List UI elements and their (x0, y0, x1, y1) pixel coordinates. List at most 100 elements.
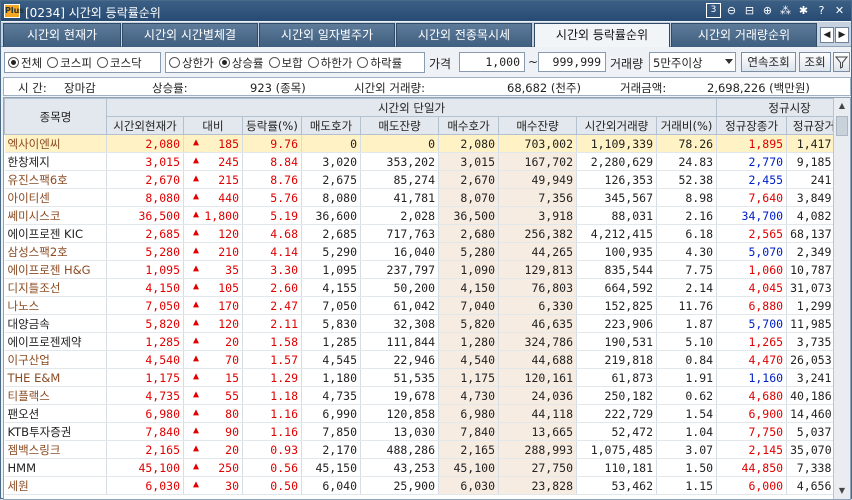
tab-afterhours-price[interactable]: 시간외 현재가 (3, 23, 121, 47)
change-rate-cell: 1.58 (242, 332, 302, 351)
radio-rise-rate[interactable]: 상승률 (218, 55, 264, 71)
change-value: 440 (218, 190, 239, 205)
scroll-down-icon[interactable]: ▼ (834, 483, 850, 499)
scroll-thumb[interactable] (836, 116, 848, 136)
table-row[interactable]: 한창제지 3,015 ▲ 245 8.84 3,020 353,202 3,015 167,70… (4, 152, 850, 171)
col-header[interactable]: 대비 (183, 116, 243, 135)
ask-price-cell: 0 (301, 134, 361, 153)
change-cell: ▲ 120 (183, 314, 243, 333)
bid-quantity-cell: 256,382 (498, 224, 577, 243)
query-button[interactable]: 조회 (799, 52, 831, 72)
col-header[interactable]: 시간외현재가 (106, 116, 184, 135)
zoom-in-icon[interactable]: ⊕ (760, 3, 775, 18)
col-header[interactable]: 매도호가 (301, 116, 361, 135)
table-row[interactable]: 이구산업 4,540 ▲ 70 1.57 4,545 22,946 4,540 44,688 21… (4, 350, 850, 369)
up-arrow-icon: ▲ (193, 316, 200, 328)
radio-market-all[interactable]: 전체 (8, 55, 42, 71)
radio-upper-limit[interactable]: 상한가 (169, 55, 214, 71)
table-row[interactable]: 에이프로젠 KIC 2,685 ▲ 120 4.68 2,685 717,763 2,680 2… (4, 224, 850, 243)
tab-afterhours-daily-price[interactable]: 시간외 일자별주가 (259, 23, 395, 47)
radio-unchanged[interactable]: 보합 (268, 55, 303, 71)
help-icon[interactable]: ? (814, 3, 829, 18)
market-radio-group: 전체 코스피 코스닥 (4, 52, 161, 73)
col-header[interactable]: 매도잔량 (360, 116, 439, 135)
table-row[interactable]: 팬오션 6,980 ▲ 80 1.16 6,990 120,858 6,980 44,118 22… (4, 404, 850, 423)
col-header[interactable]: 매수잔량 (498, 116, 577, 135)
link-icon[interactable]: ⁂ (778, 3, 793, 18)
filter-bar: 전체 코스피 코스닥 상한가 상승률 보합 하한가 하락률 가격 1,000 ~… (1, 49, 851, 75)
table-row[interactable]: 디지틀조선 4,150 ▲ 105 2.60 4,155 50,200 4,150 76,803… (4, 278, 850, 297)
price-from-input[interactable]: 1,000 (459, 52, 525, 72)
table-row[interactable]: 에이프로젠 H&G 1,095 ▲ 35 3.30 1,095 237,797 1,090 12… (4, 260, 850, 279)
tab-afterhours-time-trades[interactable]: 시간외 시간별체결 (122, 23, 258, 47)
stock-name-cell: 한창제지 (4, 152, 107, 171)
up-arrow-icon: ▲ (193, 460, 200, 472)
col-header[interactable]: 등락률(%) (242, 116, 302, 135)
stock-name-cell: 대양금속 (4, 314, 107, 333)
change-rate-cell: 1.16 (242, 404, 302, 423)
ranking-table-container: 종목명 시간외 단일가 정규시장 시간외현재가 대비 등락률(%) 매도호가 매… (3, 97, 851, 500)
pin-icon[interactable]: ✱ (796, 3, 811, 18)
table-row[interactable]: 에이프로젠제약 1,285 ▲ 20 1.58 1,285 111,844 1,280 324,… (4, 332, 850, 351)
bid-price-cell: 2,670 (438, 170, 499, 189)
table-row[interactable]: 아이티센 8,080 ▲ 440 5.76 8,080 41,781 8,070 7,356 34… (4, 188, 850, 207)
table-row[interactable]: 티플랙스 4,735 ▲ 55 1.18 4,735 19,678 4,730 24,036 25… (4, 386, 850, 405)
col-header[interactable]: 매수호가 (438, 116, 499, 135)
screen-number-button[interactable]: 3 (706, 3, 721, 18)
table-row[interactable]: HMM 45,100 ▲ 250 0.56 45,150 43,253 45,100 27,75… (4, 458, 850, 477)
continuous-query-button[interactable]: 연속조회 (741, 52, 796, 72)
up-arrow-icon: ▲ (193, 406, 200, 418)
table-row[interactable]: 젬백스링크 2,165 ▲ 20 0.93 2,170 488,286 2,165 288,99… (4, 440, 850, 459)
minimize-icon[interactable]: ⊟ (742, 3, 757, 18)
table-row[interactable]: 세원 6,030 ▲ 30 0.50 6,040 25,900 6,030 23,828 53,4… (4, 476, 850, 495)
col-header-name[interactable]: 종목명 (4, 98, 107, 135)
scroll-up-icon[interactable]: ▲ (834, 98, 850, 114)
change-value: 250 (218, 460, 239, 475)
change-rate-cell: 0.93 (242, 440, 302, 459)
table-row[interactable]: 나노스 7,050 ▲ 170 2.47 7,050 61,042 7,040 6,330 152… (4, 296, 850, 315)
ask-price-cell: 1,095 (301, 260, 361, 279)
tab-afterhours-all-stocks[interactable]: 시간외 전종목시세 (396, 23, 532, 47)
regular-close-cell: 6,900 (716, 404, 788, 423)
close-icon[interactable]: ✕ (832, 3, 847, 18)
tab-prev-icon[interactable]: ◀ (820, 27, 834, 43)
table-row[interactable]: KTB투자증권 7,840 ▲ 90 1.16 7,850 13,030 7,840 13,66… (4, 422, 850, 441)
bid-quantity-cell: 27,750 (498, 458, 577, 477)
table-row[interactable]: 쎄미시스코 36,500 ▲ 1,800 5.19 36,600 2,028 36,500 3,… (4, 206, 850, 225)
table-row[interactable]: THE E&M 1,175 ▲ 15 1.29 1,180 51,535 1,175 120,1… (4, 368, 850, 387)
radio-lower-limit[interactable]: 하한가 (307, 55, 353, 71)
change-rate-cell: 9.76 (242, 134, 302, 153)
funnel-icon[interactable] (833, 52, 850, 72)
table-row[interactable]: 대양금속 5,820 ▲ 120 2.11 5,830 32,308 5,820 46,635 2… (4, 314, 850, 333)
radio-market-kosdaq[interactable]: 코스닥 (96, 55, 142, 71)
radio-label: 하한가 (320, 55, 353, 70)
table-row[interactable]: 유진스팩6호 2,670 ▲ 215 8.76 2,675 85,274 2,670 49,94… (4, 170, 850, 189)
up-arrow-icon: ▲ (193, 334, 200, 346)
change-value: 30 (225, 478, 239, 493)
col-header[interactable]: 시간외거래량 (576, 116, 657, 135)
change-value: 20 (225, 334, 239, 349)
change-rate-cell: 1.57 (242, 350, 302, 369)
price-to-input[interactable]: 999,999 (538, 52, 606, 72)
change-cell: ▲ 70 (183, 350, 243, 369)
regular-close-cell: 1,265 (716, 332, 788, 351)
time-label: 시 간: (18, 81, 47, 95)
change-rate-cell: 1.16 (242, 422, 302, 441)
trade-amount-label: 거래금액: (620, 81, 667, 95)
col-header[interactable]: 거래비(%) (655, 116, 718, 135)
tab-afterhours-volume-rank[interactable]: 시간외 거래량순위 (671, 23, 817, 47)
stock-name-cell: 젬백스링크 (4, 440, 107, 459)
up-arrow-icon: ▲ (193, 298, 200, 310)
table-row[interactable]: 엑사이엔씨 2,080 ▲ 185 9.76 0 0 2,080 703,002 1,109,33… (4, 134, 850, 153)
tab-afterhours-rate-rank[interactable]: 시간외 등락률순위 (534, 23, 670, 47)
tab-next-icon[interactable]: ▶ (835, 27, 849, 43)
afterhours-volume-cell: 61,873 (576, 368, 657, 387)
vertical-scrollbar[interactable]: ▲ ▼ (833, 98, 850, 499)
zoom-out-icon[interactable]: ⊖ (724, 3, 739, 18)
ask-quantity-cell: 353,202 (360, 152, 439, 171)
radio-fall-rate[interactable]: 하락률 (357, 55, 402, 71)
table-row[interactable]: 삼성스팩2호 5,280 ▲ 210 4.14 5,290 16,040 5,280 44,26… (4, 242, 850, 261)
volume-select[interactable]: 5만주이상 (649, 52, 736, 72)
radio-market-kospi[interactable]: 코스피 (47, 55, 92, 71)
col-header[interactable]: 정규장종가 (716, 116, 788, 135)
